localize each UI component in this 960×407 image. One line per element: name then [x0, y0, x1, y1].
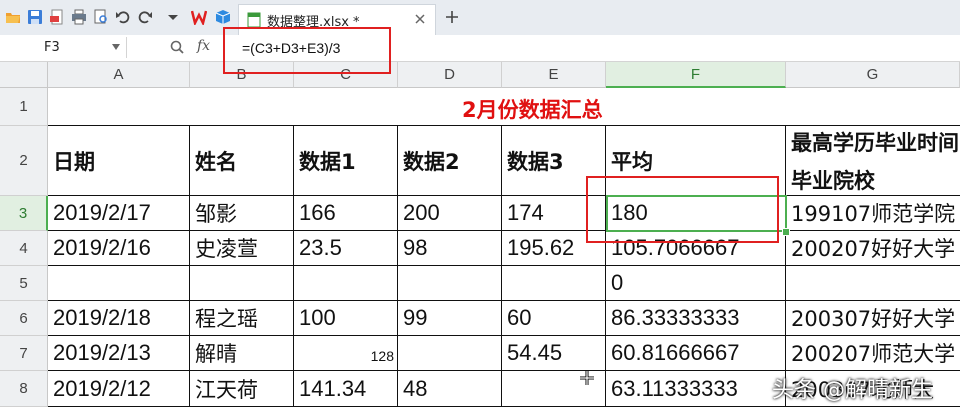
cell-d3[interactable]: 200	[398, 196, 502, 231]
cell-c5[interactable]	[294, 266, 398, 301]
open-folder-icon[interactable]	[4, 8, 22, 26]
row-header-7[interactable]: 7	[0, 336, 48, 371]
header-cell-data1[interactable]: 数据1	[294, 126, 398, 196]
row-header-1[interactable]: 1	[0, 88, 48, 126]
cell-f5[interactable]: 0	[606, 266, 786, 301]
insert-function-icon[interactable]: fx	[197, 38, 210, 54]
cell-d7[interactable]	[398, 336, 502, 371]
cell-e6[interactable]: 60	[502, 301, 606, 336]
header-cell-name[interactable]: 姓名	[190, 126, 294, 196]
cell-g5[interactable]	[786, 266, 960, 301]
row-header-4[interactable]: 4	[0, 231, 48, 266]
cell-g4[interactable]: 200207好好大学	[786, 231, 960, 266]
header-cell-date[interactable]: 日期	[48, 126, 190, 196]
cell-a3[interactable]: 2019/2/17	[48, 196, 190, 231]
quick-access-dropdown-icon[interactable]	[164, 8, 182, 26]
print-preview-icon[interactable]	[92, 8, 110, 26]
cell-c8[interactable]: 141.34	[294, 371, 398, 407]
header-education-line2: 毕业院校	[791, 168, 875, 193]
sheet-title-cell[interactable]: 2月份数据汇总	[48, 88, 960, 126]
column-header-a[interactable]: A	[48, 62, 190, 88]
title-tab-bar: 数据整理.xlsx *	[0, 0, 960, 36]
move-cursor-icon	[580, 371, 594, 385]
redo-icon[interactable]	[136, 8, 154, 26]
formula-highlight-box	[223, 27, 391, 74]
header-education-line1: 最高学历毕业时间	[791, 130, 959, 155]
cell-a7[interactable]: 2019/2/13	[48, 336, 190, 371]
name-box-dropdown-icon[interactable]	[112, 44, 120, 50]
row-header-6[interactable]: 6	[0, 301, 48, 336]
result-highlight-box	[586, 176, 779, 243]
print-icon[interactable]	[70, 8, 88, 26]
cloud-cube-icon[interactable]	[214, 8, 232, 26]
cell-f8[interactable]: 63.11333333	[606, 371, 786, 407]
cell-d6[interactable]: 99	[398, 301, 502, 336]
cell-d5[interactable]	[398, 266, 502, 301]
wps-logo-icon[interactable]	[190, 8, 208, 26]
cell-b6[interactable]: 程之瑶	[190, 301, 294, 336]
cell-g7[interactable]: 200207师范大学	[786, 336, 960, 371]
cell-f6[interactable]: 86.33333333	[606, 301, 786, 336]
row-header-8[interactable]: 8	[0, 371, 48, 407]
cell-a8[interactable]: 2019/2/12	[48, 371, 190, 407]
spreadsheet-file-icon	[247, 12, 261, 28]
row-header-2[interactable]: 2	[0, 126, 48, 196]
sheet-title: 2月份数据汇总	[462, 98, 603, 122]
watermark: 头条 @解晴新生	[772, 378, 933, 403]
cell-f7[interactable]: 60.81666667	[606, 336, 786, 371]
new-tab-icon[interactable]	[444, 9, 460, 25]
row-header-5[interactable]: 5	[0, 266, 48, 301]
cell-b5[interactable]	[190, 266, 294, 301]
cell-a5[interactable]	[48, 266, 190, 301]
cell-b4[interactable]: 史凌萱	[190, 231, 294, 266]
header-cell-data2[interactable]: 数据2	[398, 126, 502, 196]
cell-d4[interactable]: 98	[398, 231, 502, 266]
fill-handle[interactable]	[782, 228, 790, 236]
header-cell-education[interactable]: 最高学历毕业时间 毕业院校	[786, 126, 960, 196]
cell-a6[interactable]: 2019/2/18	[48, 301, 190, 336]
cell-e7[interactable]: 54.45	[502, 336, 606, 371]
name-box-value: F3	[44, 40, 60, 55]
zoom-icon[interactable]	[169, 39, 185, 55]
cell-b3[interactable]: 邹影	[190, 196, 294, 231]
cell-c7[interactable]: 128	[294, 336, 398, 371]
cell-b8[interactable]: 江天荷	[190, 371, 294, 407]
close-tab-icon[interactable]	[413, 12, 427, 26]
save-icon[interactable]	[26, 8, 44, 26]
select-all-corner[interactable]	[0, 62, 48, 88]
cell-g6[interactable]: 200307好好大学	[786, 301, 960, 336]
column-header-g[interactable]: G	[786, 62, 960, 88]
cell-b7[interactable]: 解晴	[190, 336, 294, 371]
cell-c3[interactable]: 166	[294, 196, 398, 231]
row-header-3[interactable]: 3	[0, 196, 48, 231]
column-header-f[interactable]: F	[606, 62, 786, 88]
cell-c4[interactable]: 23.5	[294, 231, 398, 266]
cell-g3[interactable]: 199107师范学院	[786, 196, 960, 231]
column-header-d[interactable]: D	[398, 62, 502, 88]
cell-a4[interactable]: 2019/2/16	[48, 231, 190, 266]
cell-d8[interactable]: 48	[398, 371, 502, 407]
export-pdf-icon[interactable]	[48, 8, 66, 26]
column-header-e[interactable]: E	[502, 62, 606, 88]
cell-e5[interactable]	[502, 266, 606, 301]
undo-icon[interactable]	[114, 8, 132, 26]
formula-bar: F3 fx =(C3+D3+E3)/3	[0, 35, 960, 62]
cell-c6[interactable]: 100	[294, 301, 398, 336]
name-box[interactable]: F3	[0, 37, 127, 58]
